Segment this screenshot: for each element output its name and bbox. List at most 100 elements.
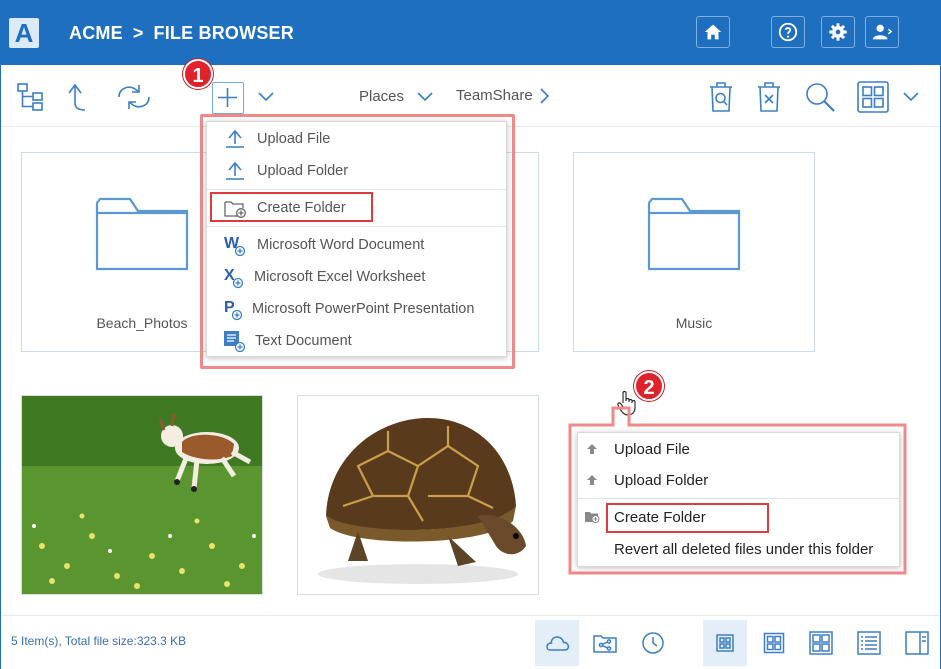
status-text: 5 Item(s), Total file size:323.3 KB — [11, 634, 187, 648]
share-icon — [593, 635, 617, 653]
medium-grid-icon — [763, 632, 785, 654]
menu-word-document[interactable]: W Microsoft Word Document — [207, 229, 506, 261]
upload-icon — [587, 444, 597, 454]
large-icons-view-button[interactable] — [799, 620, 843, 666]
folder-icon — [95, 197, 189, 271]
trash-search-icon — [710, 82, 732, 112]
context-upload-file[interactable]: Upload File — [578, 433, 899, 465]
highlight-create-folder-1 — [210, 192, 373, 222]
new-button[interactable] — [212, 82, 244, 114]
status-bar: 5 Item(s), Total file size:323.3 KB — [1, 615, 940, 669]
upload-icon — [226, 129, 244, 148]
breadcrumb-section: FILE BROWSER — [153, 23, 294, 43]
menu-excel-worksheet[interactable]: X Microsoft Excel Worksheet — [207, 261, 506, 293]
home-icon — [704, 24, 722, 40]
recycle-bin-button[interactable] — [705, 79, 737, 115]
breadcrumb-company[interactable]: ACME — [69, 23, 123, 43]
search-button[interactable] — [801, 79, 841, 115]
small-grid-icon — [716, 634, 734, 652]
new-dropdown-menu: Upload File Upload Folder Create Folder … — [206, 121, 507, 357]
breadcrumb: ACME > FILE BROWSER — [69, 23, 304, 44]
trash-delete-icon — [758, 82, 780, 112]
menu-item-label: Upload Folder — [257, 163, 349, 179]
user-button[interactable] — [865, 16, 899, 48]
plus-icon — [218, 88, 237, 107]
clock-icon — [642, 632, 664, 654]
menu-upload-file[interactable]: Upload File — [207, 123, 506, 155]
refresh-button[interactable] — [111, 79, 157, 115]
list-icon — [857, 631, 881, 655]
chevron-right-icon — [540, 88, 550, 104]
callout-badge-1: 1 — [183, 59, 213, 89]
app-header: A ACME > FILE BROWSER — [1, 1, 940, 65]
places-dropdown-label[interactable]: Places — [359, 88, 404, 105]
chevron-down-icon — [417, 92, 433, 102]
help-icon — [778, 22, 798, 42]
context-revert-deleted[interactable]: Revert all deleted files under this fold… — [578, 533, 899, 565]
home-button[interactable] — [696, 16, 730, 48]
up-level-button[interactable] — [59, 79, 91, 115]
places-dropdown-button[interactable] — [413, 87, 437, 107]
turtle-photo — [318, 418, 526, 584]
new-dropdown-button[interactable] — [254, 87, 278, 107]
grid-view-icon — [857, 81, 889, 113]
folder-add-icon — [585, 512, 600, 523]
folder-icon — [647, 197, 741, 271]
cloud-view-button[interactable] — [535, 620, 579, 666]
menu-item-label: Upload File — [257, 131, 331, 147]
menu-text-document[interactable]: Text Document — [207, 325, 506, 357]
large-grid-icon — [809, 631, 833, 655]
image-tile-goat[interactable] — [21, 395, 263, 595]
menu-separator — [207, 189, 506, 190]
small-icons-view-button[interactable] — [703, 620, 747, 666]
help-button[interactable] — [771, 16, 805, 48]
tree-icon — [17, 83, 43, 111]
recent-view-button[interactable] — [631, 620, 675, 666]
text-document-icon — [224, 331, 246, 353]
arrow-up-icon — [68, 83, 86, 111]
menu-item-label: Microsoft Word Document — [257, 237, 425, 253]
breadcrumb-chevron — [535, 85, 553, 107]
word-icon: W — [224, 235, 246, 257]
refresh-icon — [118, 85, 150, 109]
tree-view-button[interactable] — [13, 79, 49, 115]
delete-button[interactable] — [753, 79, 785, 115]
gear-icon — [829, 23, 847, 41]
context-item-label: Upload File — [614, 440, 690, 458]
upload-icon — [226, 161, 244, 180]
chevron-down-icon — [258, 92, 274, 102]
powerpoint-icon: P — [224, 299, 243, 321]
list-view-button[interactable] — [847, 620, 891, 666]
context-separator — [578, 498, 899, 499]
menu-item-label: Microsoft Excel Worksheet — [254, 269, 426, 285]
folder-name: Music — [675, 315, 713, 331]
view-mode-button[interactable] — [855, 79, 891, 115]
menu-item-label: Text Document — [255, 333, 352, 349]
breadcrumb-separator: > — [132, 23, 144, 43]
breadcrumb-teamshare[interactable]: TeamShare — [456, 87, 533, 104]
excel-icon: X — [224, 267, 244, 289]
context-upload-folder[interactable]: Upload Folder — [578, 464, 899, 496]
share-view-button[interactable] — [583, 620, 627, 666]
cloud-icon — [546, 636, 570, 651]
menu-separator — [207, 226, 506, 227]
medium-icons-view-button[interactable] — [752, 620, 796, 666]
menu-powerpoint-presentation[interactable]: P Microsoft PowerPoint Presentation — [207, 293, 506, 325]
app-logo: A — [9, 18, 39, 48]
image-tile-turtle[interactable] — [297, 395, 539, 595]
context-item-label: Upload Folder — [614, 471, 709, 489]
context-menu: Upload File Upload Folder Create Folder … — [577, 432, 900, 567]
side-panel-icon — [905, 631, 929, 655]
settings-button[interactable] — [821, 16, 855, 48]
user-icon — [872, 24, 893, 40]
goat-photo — [22, 396, 262, 594]
preview-panel-button[interactable] — [895, 620, 939, 666]
context-item-label: Revert all deleted files under this fold… — [614, 540, 874, 558]
upload-icon — [587, 475, 597, 485]
menu-item-label: Microsoft PowerPoint Presentation — [252, 301, 475, 317]
folder-tile-music[interactable]: Music — [573, 152, 815, 352]
highlight-create-folder-2 — [606, 503, 769, 533]
view-mode-dropdown-button[interactable] — [899, 87, 923, 107]
menu-upload-folder[interactable]: Upload Folder — [207, 155, 506, 187]
search-icon — [806, 83, 835, 112]
